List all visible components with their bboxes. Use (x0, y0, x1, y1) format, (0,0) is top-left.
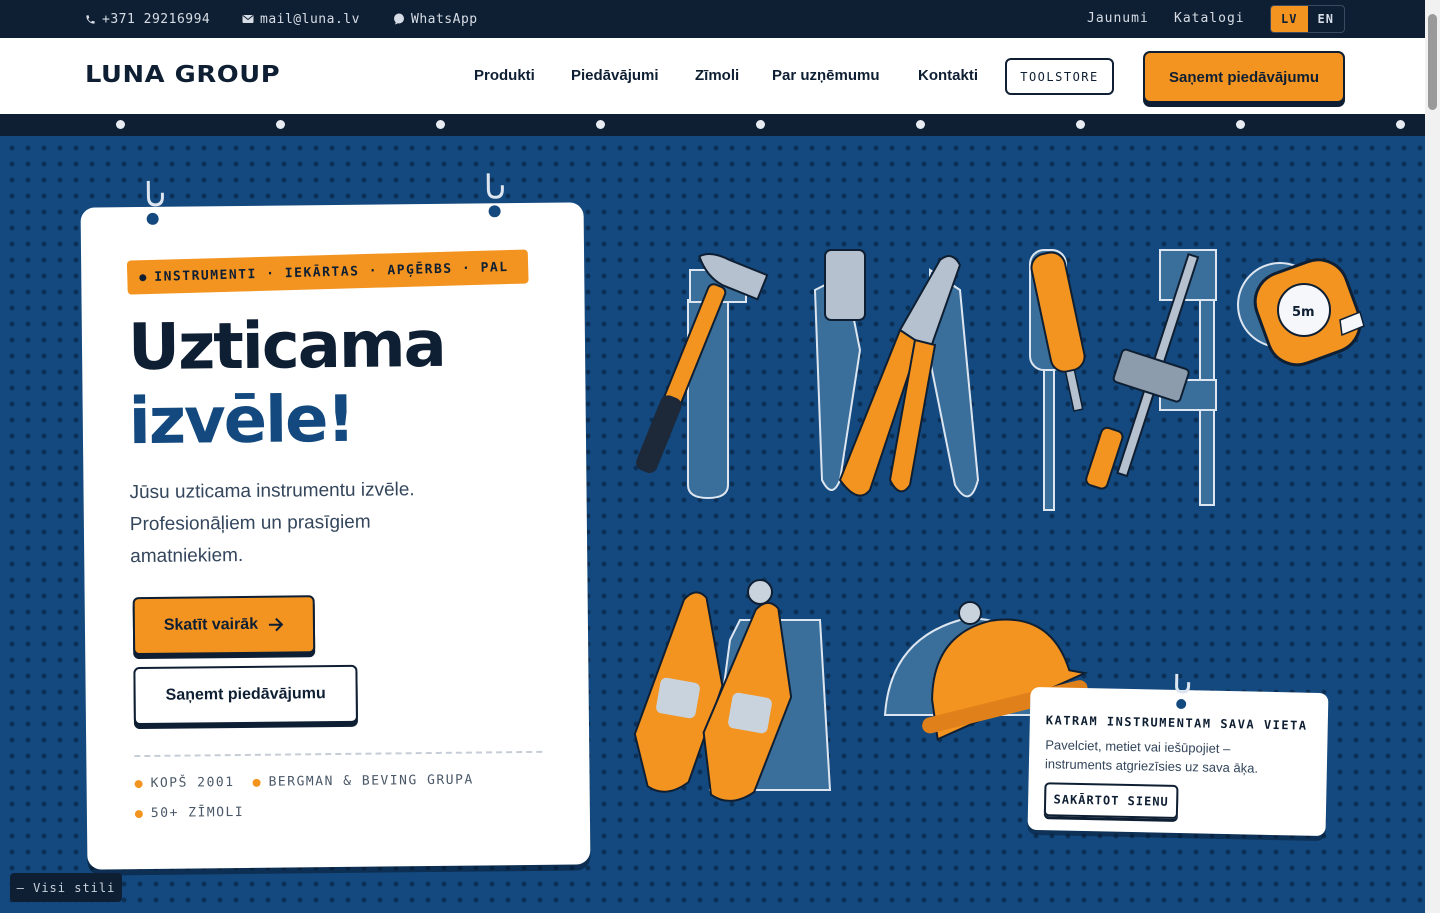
rail-bolt (276, 120, 285, 129)
whatsapp-text: WhatsApp (411, 11, 478, 27)
stat-group: BERGMAN & BEVING GRUPA (252, 772, 474, 790)
divider (134, 750, 543, 758)
mail-icon (242, 15, 254, 23)
dot-icon (134, 779, 143, 788)
nav-products[interactable]: Produkti (474, 67, 535, 84)
stat-text: BERGMAN & BEVING GRUPA (268, 772, 474, 790)
note-title: KATRAM INSTRUMENTAM SAVA VIETA (1045, 713, 1308, 733)
hook-icon (1175, 673, 1191, 710)
tape-measure-icon[interactable]: 5m (1237, 251, 1369, 373)
nav-about[interactable]: Par uzņēmumu (772, 67, 880, 84)
nav-brands[interactable]: Zīmoli (695, 67, 739, 84)
category-tagline: INSTRUMENTI · IEKĀRTAS · APĢĒRBS · PAL (126, 249, 529, 295)
hammer-icon[interactable] (617, 249, 769, 500)
hook-icon (146, 180, 164, 225)
top-bar: +371 29216994 mail@luna.lv WhatsApp Jaun… (0, 0, 1425, 38)
see-more-label: Skatīt vairāk (163, 615, 259, 634)
scrollbar[interactable] (1425, 0, 1440, 913)
dot-icon (252, 778, 261, 787)
toolstore-button[interactable]: TOOLSTORE (1005, 58, 1114, 95)
rail-bolt (1236, 120, 1245, 129)
hanging-rail (0, 114, 1425, 136)
bullet-icon (139, 273, 147, 281)
request-offer-button[interactable]: Saņemt piedāvājumu (133, 664, 358, 726)
nav-offers[interactable]: Piedāvājumi (571, 67, 659, 84)
stat-since: KOPŠ 2001 (134, 775, 235, 791)
phone-icon (86, 14, 95, 24)
all-styles-toggle[interactable]: — Visi stili (10, 873, 122, 902)
phone-link[interactable]: +371 29216994 (85, 0, 210, 38)
tagline-text: INSTRUMENTI · IEKĀRTAS · APĢĒRBS · PAL (154, 259, 509, 285)
email-link[interactable]: mail@luna.lv (242, 0, 360, 38)
tape-label: 5m (1292, 305, 1315, 320)
scrollbar-thumb[interactable] (1428, 14, 1437, 110)
phone-text: +371 29216994 (102, 11, 211, 27)
rail-bolt (436, 120, 445, 129)
hero-title-line1: Uzticama (127, 307, 446, 386)
gloves-icon[interactable] (627, 579, 832, 809)
arrow-right-icon (269, 617, 284, 632)
rail-bolt (596, 120, 605, 129)
rail-bolt (1396, 120, 1405, 129)
get-offer-button[interactable]: Saņemt piedāvājumu (1143, 51, 1345, 103)
stat-text: 50+ ZĪMOLI (150, 804, 245, 821)
lang-lv[interactable]: LV (1271, 6, 1308, 32)
stat-brands: 50+ ZĪMOLI (134, 804, 245, 821)
wall-note-card: KATRAM INSTRUMENTAM SAVA VIETA Pavelciet… (1027, 673, 1329, 837)
lang-en[interactable]: EN (1308, 6, 1345, 32)
pliers-icon[interactable] (813, 249, 980, 498)
note-text: Pavelciet, metiet vai iešūpojiet – instr… (1044, 737, 1259, 776)
hook-icon (486, 173, 504, 218)
email-text: mail@luna.lv (260, 11, 360, 27)
hero-title-line2: izvēle! (128, 382, 355, 460)
rail-bolt (756, 120, 765, 129)
hero-lead: Jūsu uzticama instrumentu izvēle. Profes… (129, 479, 415, 568)
language-switch: LV EN (1270, 5, 1345, 33)
whatsapp-link[interactable]: WhatsApp (393, 0, 478, 38)
stat-text: KOPŠ 2001 (150, 775, 235, 791)
news-link[interactable]: Jaunumi (1087, 11, 1149, 26)
dot-icon (134, 809, 143, 818)
rail-bolt (116, 120, 125, 129)
hero-card: INSTRUMENTI · IEKĀRTAS · APĢĒRBS · PAL U… (80, 173, 591, 870)
main-header: LUNA GROUP Produkti Piedāvājumi Zīmoli P… (0, 38, 1425, 114)
see-more-button[interactable]: Skatīt vairāk (132, 595, 316, 656)
clamp-icon[interactable] (1080, 244, 1224, 506)
arrange-wall-button[interactable]: SAKĀRTOT SIENU (1043, 782, 1179, 820)
whatsapp-icon (394, 13, 404, 25)
nav-contacts[interactable]: Kontakti (918, 67, 978, 84)
logo[interactable]: LUNA GROUP (85, 62, 280, 88)
screwdriver-icon[interactable] (1029, 249, 1096, 511)
catalogs-link[interactable]: Katalogi (1174, 11, 1245, 26)
rail-bolt (916, 120, 925, 129)
rail-bolt (1076, 120, 1085, 129)
